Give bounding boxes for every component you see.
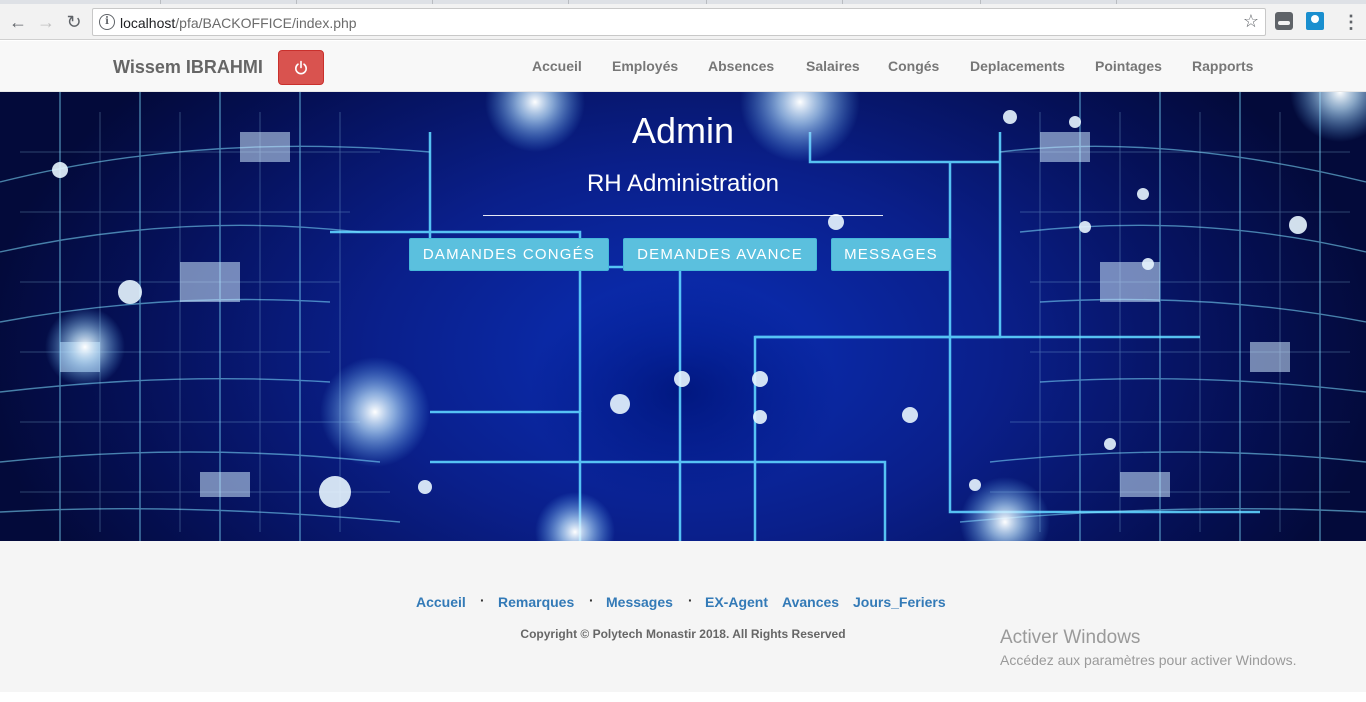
nav-link-employes[interactable]: Employés <box>612 58 678 74</box>
footer-link-avances[interactable]: Avances <box>782 594 839 610</box>
brand-user-name[interactable]: Wissem IBRAHMI <box>113 57 263 78</box>
demandes-avance-button[interactable]: DEMANDES AVANCE <box>623 238 817 271</box>
nav-link-deplacements[interactable]: Deplacements <box>970 58 1065 74</box>
top-navbar: Wissem IBRAHMI Accueil Employés Absences… <box>0 41 1366 92</box>
messages-button[interactable]: MESSAGES <box>831 238 951 271</box>
back-arrow-icon[interactable]: ← <box>6 10 30 34</box>
power-icon <box>295 60 307 75</box>
footer-link-messages[interactable]: Messages <box>606 594 673 610</box>
nav-link-absences[interactable]: Absences <box>708 58 774 74</box>
info-icon[interactable]: i <box>99 14 115 30</box>
nav-link-salaires[interactable]: Salaires <box>806 58 860 74</box>
address-url[interactable]: localhost/pfa/BACKOFFICE/index.php <box>120 15 357 31</box>
browser-toolbar: ← → ↻ i localhost/pfa/BACKOFFICE/index.p… <box>0 4 1366 40</box>
hero-divider <box>483 215 883 216</box>
nav-link-pointages[interactable]: Pointages <box>1095 58 1162 74</box>
hero-title: Admin <box>631 110 735 151</box>
copyright-text: Copyright © Polytech Monastir 2018. All … <box>520 627 846 641</box>
browser-menu-icon[interactable]: ⋮ <box>1342 10 1360 34</box>
circuit-background-image <box>0 92 1366 541</box>
windows-activation-title: Activer Windows <box>1000 627 1141 648</box>
account-extension-icon[interactable] <box>1306 12 1324 30</box>
footer-link-ex-agent[interactable]: EX-Agent <box>705 594 768 610</box>
footer-link-remarques[interactable]: Remarques <box>498 594 574 610</box>
nav-link-accueil[interactable]: Accueil <box>532 58 582 74</box>
bottom-strip <box>0 692 1366 702</box>
url-host: localhost <box>120 15 176 31</box>
url-path: /pfa/BACKOFFICE/index.php <box>175 15 357 31</box>
address-bar[interactable]: i localhost/pfa/BACKOFFICE/index.php ☆ <box>92 8 1266 36</box>
nav-link-conges[interactable]: Congés <box>888 58 939 74</box>
incognito-extension-icon[interactable] <box>1275 12 1293 30</box>
footer-link-accueil[interactable]: Accueil <box>416 594 466 610</box>
demandes-conges-button[interactable]: DAMANDES CONGÉS <box>409 238 609 271</box>
nav-link-rapports[interactable]: Rapports <box>1192 58 1253 74</box>
footer-separator: · <box>589 592 594 608</box>
footer-link-jours-feriers[interactable]: Jours_Feriers <box>853 594 946 610</box>
hero-banner: Admin RH Administration DAMANDES CONGÉS … <box>0 92 1366 541</box>
footer-separator: · <box>688 592 693 608</box>
windows-activation-subtitle: Accédez aux paramètres pour activer Wind… <box>1000 652 1297 668</box>
forward-arrow-icon[interactable]: → <box>34 10 58 34</box>
bookmark-star-icon[interactable]: ☆ <box>1243 11 1259 32</box>
reload-icon[interactable]: ↻ <box>62 10 86 34</box>
hero-subtitle: RH Administration <box>586 170 780 197</box>
footer-separator: · <box>480 592 485 608</box>
page-footer: Accueil · Remarques · Messages · EX-Agen… <box>0 541 1366 692</box>
logout-button[interactable] <box>278 50 324 85</box>
